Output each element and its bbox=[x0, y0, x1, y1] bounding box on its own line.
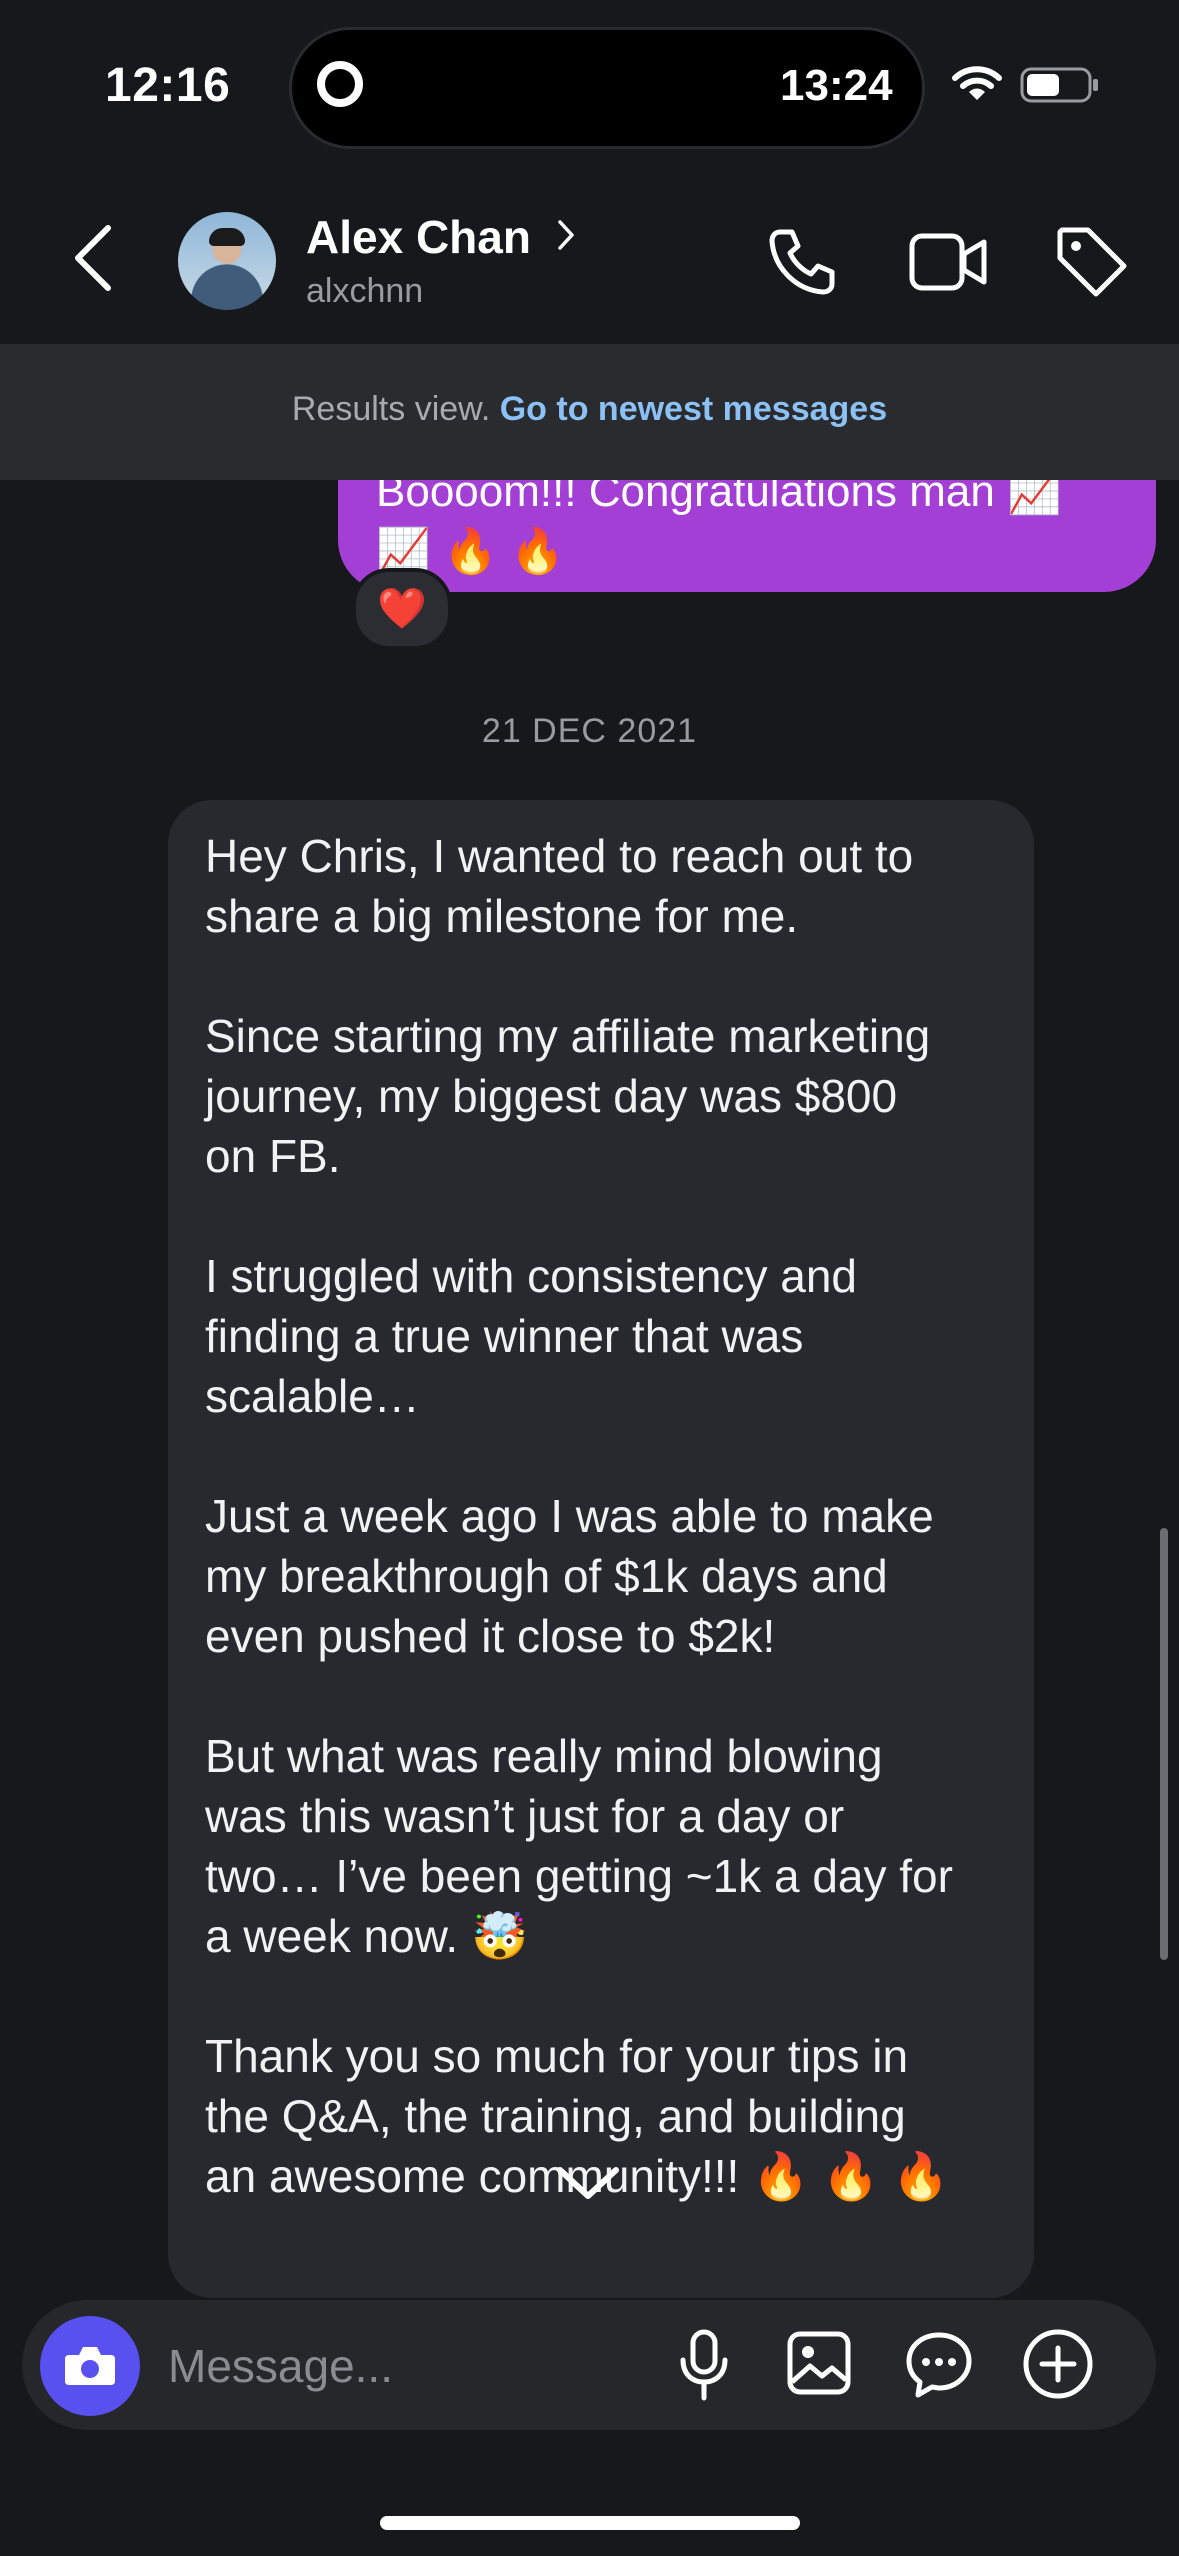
contact-handle: alxchnn bbox=[306, 272, 424, 310]
avatar[interactable] bbox=[178, 212, 276, 310]
scrollbar[interactable] bbox=[1160, 1528, 1168, 1960]
avatar-hair bbox=[209, 228, 245, 246]
wifi-icon bbox=[952, 66, 1002, 100]
sent-message-text: Boooom!!! Congratulations man 📈 📈 🔥 🔥 bbox=[376, 467, 1062, 576]
island-time: 13:24 bbox=[780, 61, 893, 110]
heart-reaction[interactable]: ❤️ bbox=[352, 568, 452, 650]
chat-bubble-icon[interactable] bbox=[904, 2330, 974, 2400]
results-label: Results view. bbox=[291, 390, 491, 428]
add-icon[interactable] bbox=[1022, 2328, 1094, 2400]
phone-call-icon[interactable] bbox=[766, 226, 838, 298]
battery-icon bbox=[1020, 67, 1098, 103]
home-indicator[interactable] bbox=[380, 2516, 800, 2530]
scroll-down-chevron-icon[interactable] bbox=[552, 2162, 624, 2206]
activity-ring-icon bbox=[317, 61, 363, 107]
date-separator: 21 DEC 2021 bbox=[481, 712, 698, 750]
video-call-icon[interactable] bbox=[908, 230, 988, 294]
results-banner-text: Results view. Go to newest messages bbox=[0, 390, 1179, 429]
camera-icon bbox=[65, 2347, 115, 2385]
message-input[interactable] bbox=[166, 2334, 650, 2398]
microphone-icon[interactable] bbox=[678, 2328, 730, 2404]
gallery-icon[interactable] bbox=[786, 2330, 852, 2396]
status-time: 12:16 bbox=[105, 59, 231, 112]
camera-button[interactable] bbox=[40, 2316, 140, 2416]
back-chevron-icon[interactable] bbox=[68, 222, 120, 294]
received-message-text: Hey Chris, I wanted to reach out to shar… bbox=[205, 830, 953, 2202]
contact-name[interactable]: Alex Chan bbox=[306, 210, 531, 264]
chevron-right-icon[interactable] bbox=[556, 218, 576, 252]
go-to-newest-link[interactable]: Go to newest messages bbox=[500, 390, 887, 428]
tag-icon[interactable] bbox=[1054, 224, 1130, 300]
